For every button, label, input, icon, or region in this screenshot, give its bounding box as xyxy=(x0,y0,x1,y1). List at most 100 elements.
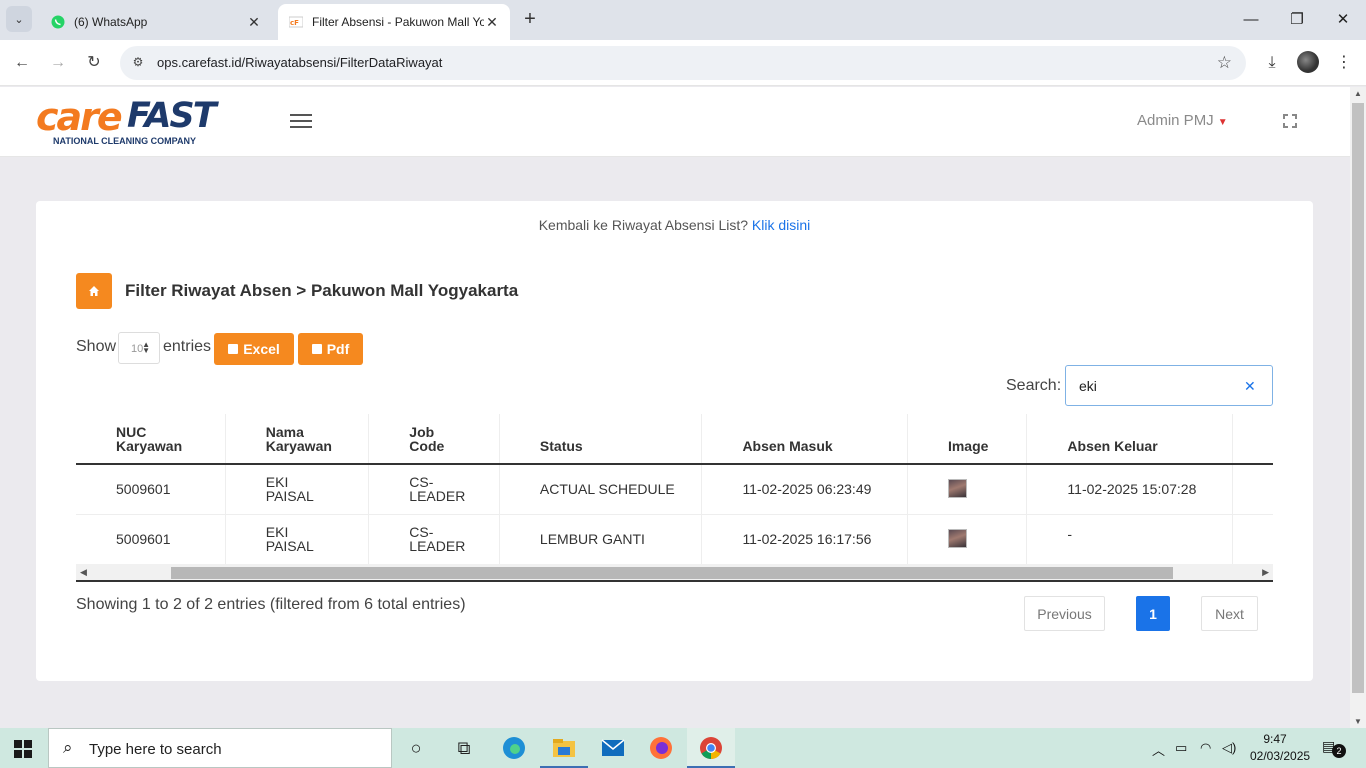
column-header-absen-masuk[interactable]: Absen Masuk xyxy=(701,414,908,465)
minimize-icon[interactable]: — xyxy=(1239,8,1263,32)
column-header-absen-keluar[interactable]: Absen Keluar xyxy=(1026,414,1233,465)
taskbar-search-placeholder: Type here to search xyxy=(89,741,222,758)
browser-toolbar: ← → ↻ ⚙ ops.carefast.id/Riwayatabsensi/F… xyxy=(0,40,1366,86)
hamburger-menu-icon[interactable] xyxy=(290,114,312,130)
page-scrollbar[interactable]: ▲ ▼ xyxy=(1350,87,1366,728)
tab-whatsapp[interactable]: (6) WhatsApp ✕ xyxy=(40,4,272,40)
back-to-list: Kembali ke Riwayat Absensi List? Klik di… xyxy=(36,217,1313,233)
close-tab-icon[interactable]: ✕ xyxy=(246,14,262,31)
browser-tab-strip: ⌄ (6) WhatsApp ✕ cF Filter Absensi - Pak… xyxy=(0,0,1366,40)
restore-icon[interactable]: ❐ xyxy=(1285,8,1309,32)
windows-taskbar: ⌕ Type here to search ○ ⧉ ︿ ▭ ◠ ◁) 9:47 … xyxy=(0,728,1366,768)
address-bar[interactable]: ⚙ ops.carefast.id/Riwayatabsensi/FilterD… xyxy=(120,46,1246,80)
reload-icon[interactable]: ↻ xyxy=(82,51,106,75)
attendance-photo[interactable] xyxy=(947,478,967,498)
cortana-icon[interactable]: ○ xyxy=(392,728,440,768)
attendance-table: NUC Karyawan Nama Karyawan Job Code Status … xyxy=(76,414,1273,565)
column-header-job[interactable]: Job Code xyxy=(368,414,500,465)
page-1-button[interactable]: 1 xyxy=(1136,596,1170,631)
back-text: Kembali ke Riwayat Absensi List? xyxy=(538,217,749,233)
cell-job: CS- LEADER xyxy=(368,464,500,515)
windows-start-icon[interactable] xyxy=(14,740,32,758)
scrollbar-thumb[interactable] xyxy=(171,567,1173,579)
notification-center-icon[interactable]: ▤ 2 xyxy=(1322,738,1346,758)
bookmark-star-icon[interactable]: ☆ xyxy=(1217,53,1232,73)
page-title: Filter Riwayat Absen > Pakuwon Mall Yogy… xyxy=(125,281,519,300)
scrollbar-thumb[interactable] xyxy=(1352,103,1364,693)
mail-icon[interactable] xyxy=(589,728,637,768)
home-button[interactable] xyxy=(76,273,112,309)
profile-avatar[interactable] xyxy=(1297,51,1319,73)
cell-nama: EKI PAISAL xyxy=(224,514,369,565)
tab-filter-absensi[interactable]: cF Filter Absensi - Pakuwon Mall Yo ✕ xyxy=(278,4,510,40)
cell-job: CS- LEADER xyxy=(368,514,500,565)
cell-nuc: 5009601 xyxy=(76,464,226,515)
close-window-icon[interactable]: ✕ xyxy=(1331,8,1355,32)
attendance-photo[interactable] xyxy=(947,528,967,548)
url-text[interactable]: ops.carefast.id/Riwayatabsensi/FilterDat… xyxy=(157,55,442,70)
column-header-status[interactable]: Status xyxy=(498,414,702,465)
fullscreen-icon[interactable] xyxy=(1282,113,1298,129)
search-input[interactable]: eki xyxy=(1065,365,1273,406)
column-header-nama[interactable]: Nama Karyawan xyxy=(224,414,369,465)
forward-arrow-icon[interactable]: → xyxy=(46,51,70,75)
scroll-left-icon[interactable]: ◀ xyxy=(80,567,87,578)
edge-icon[interactable] xyxy=(490,728,538,768)
table-row: 5009601 EKI PAISAL CS- LEADER ACTUAL SCHED… xyxy=(76,464,1273,515)
user-menu[interactable]: Admin PMJ ▼ xyxy=(1137,112,1228,129)
notification-count: 2 xyxy=(1332,744,1346,758)
cell-absen-keluar: 11-02-2025 15:07:28 xyxy=(1026,464,1233,515)
battery-icon[interactable]: ▭ xyxy=(1175,740,1187,756)
clear-search-icon[interactable]: ✕ xyxy=(1244,378,1256,395)
whatsapp-icon xyxy=(50,14,66,30)
pdf-label: Pdf xyxy=(326,341,350,357)
chrome-icon[interactable] xyxy=(687,728,735,768)
file-explorer-icon[interactable] xyxy=(540,728,588,768)
system-clock[interactable]: 9:47 02/03/2025 xyxy=(1250,731,1310,765)
download-icon[interactable]: ⤓ xyxy=(1260,51,1284,75)
taskbar-search-box[interactable]: ⌕ Type here to search xyxy=(48,728,392,768)
chevron-down-icon: ▼ xyxy=(1217,117,1228,128)
logo-tagline: NATIONAL CLEANING COMPANY xyxy=(53,136,196,146)
user-name: Admin PMJ xyxy=(1137,112,1214,129)
excel-file-icon xyxy=(228,344,239,354)
next-page-button[interactable]: Next xyxy=(1201,596,1258,631)
cell-nuc: 5009601 xyxy=(76,514,226,565)
select-arrows-icon: ▲ ▼ xyxy=(142,340,150,355)
tab-title: (6) WhatsApp xyxy=(74,15,148,29)
carefast-logo[interactable]: care FAST NATIONAL CLEANING COMPANY xyxy=(36,95,226,147)
svg-text:cF: cF xyxy=(290,19,299,27)
column-header-nuc[interactable]: NUC Karyawan xyxy=(76,414,226,465)
tab-search-chevron-icon[interactable]: ⌄ xyxy=(6,6,32,32)
pdf-export-button[interactable]: Pdf xyxy=(298,333,363,365)
back-arrow-icon[interactable]: ← xyxy=(10,51,34,75)
scroll-down-icon[interactable]: ▼ xyxy=(1354,717,1362,726)
column-header-image[interactable]: Image xyxy=(906,414,1027,465)
scroll-up-icon[interactable]: ▲ xyxy=(1354,89,1362,98)
table-scroll-area: NUC Karyawan Nama Karyawan Job Code Status … xyxy=(76,414,1273,582)
show-label: Show xyxy=(76,338,117,355)
firefox-icon[interactable] xyxy=(637,728,685,768)
entries-length-select[interactable]: 10 ▲ ▼ xyxy=(118,332,160,364)
close-tab-icon[interactable]: ✕ xyxy=(484,14,500,31)
cell-absen-masuk: 11-02-2025 06:23:49 xyxy=(701,464,908,515)
cell-text: LEADER xyxy=(409,488,466,505)
back-link[interactable]: Klik disini xyxy=(752,217,810,233)
site-header: care FAST NATIONAL CLEANING COMPANY Admi… xyxy=(0,87,1350,157)
new-tab-button[interactable]: + xyxy=(518,8,542,32)
wifi-icon[interactable]: ◠ xyxy=(1200,740,1211,756)
previous-page-button[interactable]: Previous xyxy=(1024,596,1105,631)
table-horizontal-scrollbar[interactable]: ◀ ▶ xyxy=(76,564,1273,582)
entries-label: entries xyxy=(163,338,212,355)
task-view-icon[interactable]: ⧉ xyxy=(440,728,488,768)
excel-export-button[interactable]: Excel xyxy=(214,333,294,365)
logo-fast-text: FAST xyxy=(127,96,217,136)
scroll-right-icon[interactable]: ▶ xyxy=(1262,567,1269,578)
tray-chevron-icon[interactable]: ︿ xyxy=(1152,740,1165,759)
header-text: Code xyxy=(409,438,445,454)
browser-menu-icon[interactable]: ⋮ xyxy=(1332,51,1356,75)
cell-text: PAISAL xyxy=(265,488,314,505)
volume-icon[interactable]: ◁) xyxy=(1222,740,1236,756)
site-settings-icon[interactable]: ⚙ xyxy=(130,55,146,71)
header-text: Karyawan xyxy=(116,438,183,454)
